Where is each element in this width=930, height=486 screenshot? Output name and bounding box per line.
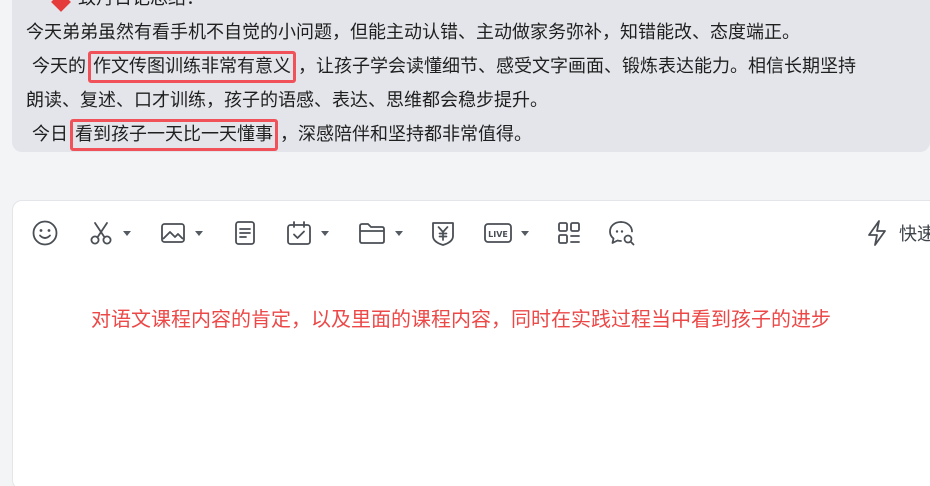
message-line: 今天的 作文传图训练非常有意义 ，让孩子学会读懂细节、感受文字画面、锻炼表达能力。相… [26,50,914,84]
calendar-check-icon [287,221,311,245]
highlighted-phrase: 看到孩子一天比一天懂事 [70,119,278,151]
message-line-text: 朗读、复述、口才训练，孩子的语感、表达、思维都会稳步提升。 [26,90,548,111]
apps-button[interactable] [555,215,583,251]
chat-search-icon [609,221,635,246]
message-bubble: 致丹日记总结： 今天弟弟虽然有看手机不自觉的小问题，但能主动认错、主动做家务弥补… [12,0,930,152]
message-line-text: 今天弟弟虽然有看手机不自觉的小问题，但能主动认错、主动做家务弥补，知错能改、态度… [26,22,800,43]
live-button[interactable]: LIVE [483,215,529,251]
red-packet-button[interactable] [429,215,457,251]
message-composer[interactable]: LIVE 快速 对语文课程内容的肯定，以及里面的课程内容，同时在实践过程当中看到… [12,200,930,486]
message-line: 今天弟弟虽然有看手机不自觉的小问题，但能主动认错、主动做家务弥补，知错能改、态度… [26,16,914,50]
quick-reply-label: 快速 [899,224,930,245]
emoji-icon [32,220,58,246]
quick-reply-button[interactable]: 快速 [865,215,930,251]
document-icon [235,221,255,245]
document-button[interactable] [231,215,259,251]
screenshot-button[interactable] [87,215,131,251]
scissors-icon [90,222,112,245]
yuan-shield-icon [432,222,454,246]
message-header-text: 致丹日记总结： [78,0,204,9]
live-icon: LIVE [484,223,512,243]
highlighted-phrase: 作文传图训练非常有意义 [88,51,296,83]
svg-text:LIVE: LIVE [488,230,508,239]
emoji-button[interactable] [31,215,59,251]
chat-page: 致丹日记总结： 今天弟弟虽然有看手机不自觉的小问题，但能主动认错、主动做家务弥补… [0,0,930,486]
chevron-down-icon[interactable] [123,231,131,236]
composer-toolbar: LIVE 快速 [13,215,930,251]
chat-search-button[interactable] [607,215,637,251]
chevron-down-icon[interactable] [195,231,203,236]
message-line-text: ，让孩子学会读懂细节、感受文字画面、锻炼表达能力。相信长期坚持 [298,56,856,77]
folder-icon [359,223,385,244]
image-button[interactable] [159,215,203,251]
message-line-text: 今天的 [32,56,86,77]
message-line: 朗读、复述、口才训练，孩子的语感、表达、思维都会稳步提升。 [26,84,914,118]
message-line: 今日 看到孩子一天比一天懂事 ，深感陪伴和坚持都非常值得。 [26,118,914,152]
lightning-icon [868,220,886,246]
apps-grid-icon [558,222,580,244]
calendar-button[interactable] [285,215,329,251]
chevron-down-icon[interactable] [521,231,529,236]
chevron-down-icon[interactable] [395,231,403,236]
chevron-down-icon[interactable] [321,231,329,236]
folder-button[interactable] [357,215,403,251]
diamond-icon [51,0,71,12]
message-line-text: ，深感陪伴和坚持都非常值得。 [280,124,532,145]
message-line-header: 致丹日记总结： [26,0,914,16]
composer-text[interactable]: 对语文课程内容的肯定，以及里面的课程内容，同时在实践过程当中看到孩子的进步 [91,303,881,335]
message-line-text: 今日 [32,124,68,145]
image-icon [161,223,185,243]
